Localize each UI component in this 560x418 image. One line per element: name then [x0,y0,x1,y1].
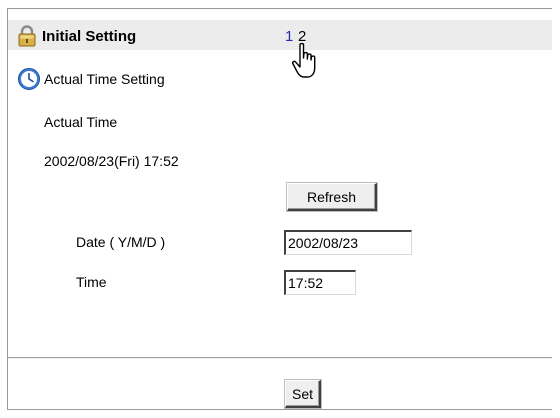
divider [8,357,552,359]
hand-pointer-icon [291,42,316,78]
refresh-button[interactable]: Refresh [287,183,377,211]
actual-time-label: Actual Time [44,114,118,130]
time-label: Time [76,274,107,290]
time-input[interactable] [284,270,356,295]
section-title: Actual Time Setting [44,71,165,87]
clock-icon [18,68,40,90]
date-label: Date ( Y/M/D ) [76,234,166,250]
set-button[interactable]: Set [285,380,321,408]
actual-time-value: 2002/08/23(Fri) 17:52 [44,153,179,169]
settings-frame [7,8,552,410]
page-title: Initial Setting [42,28,137,45]
date-input[interactable] [284,230,412,255]
lock-icon [18,25,36,47]
